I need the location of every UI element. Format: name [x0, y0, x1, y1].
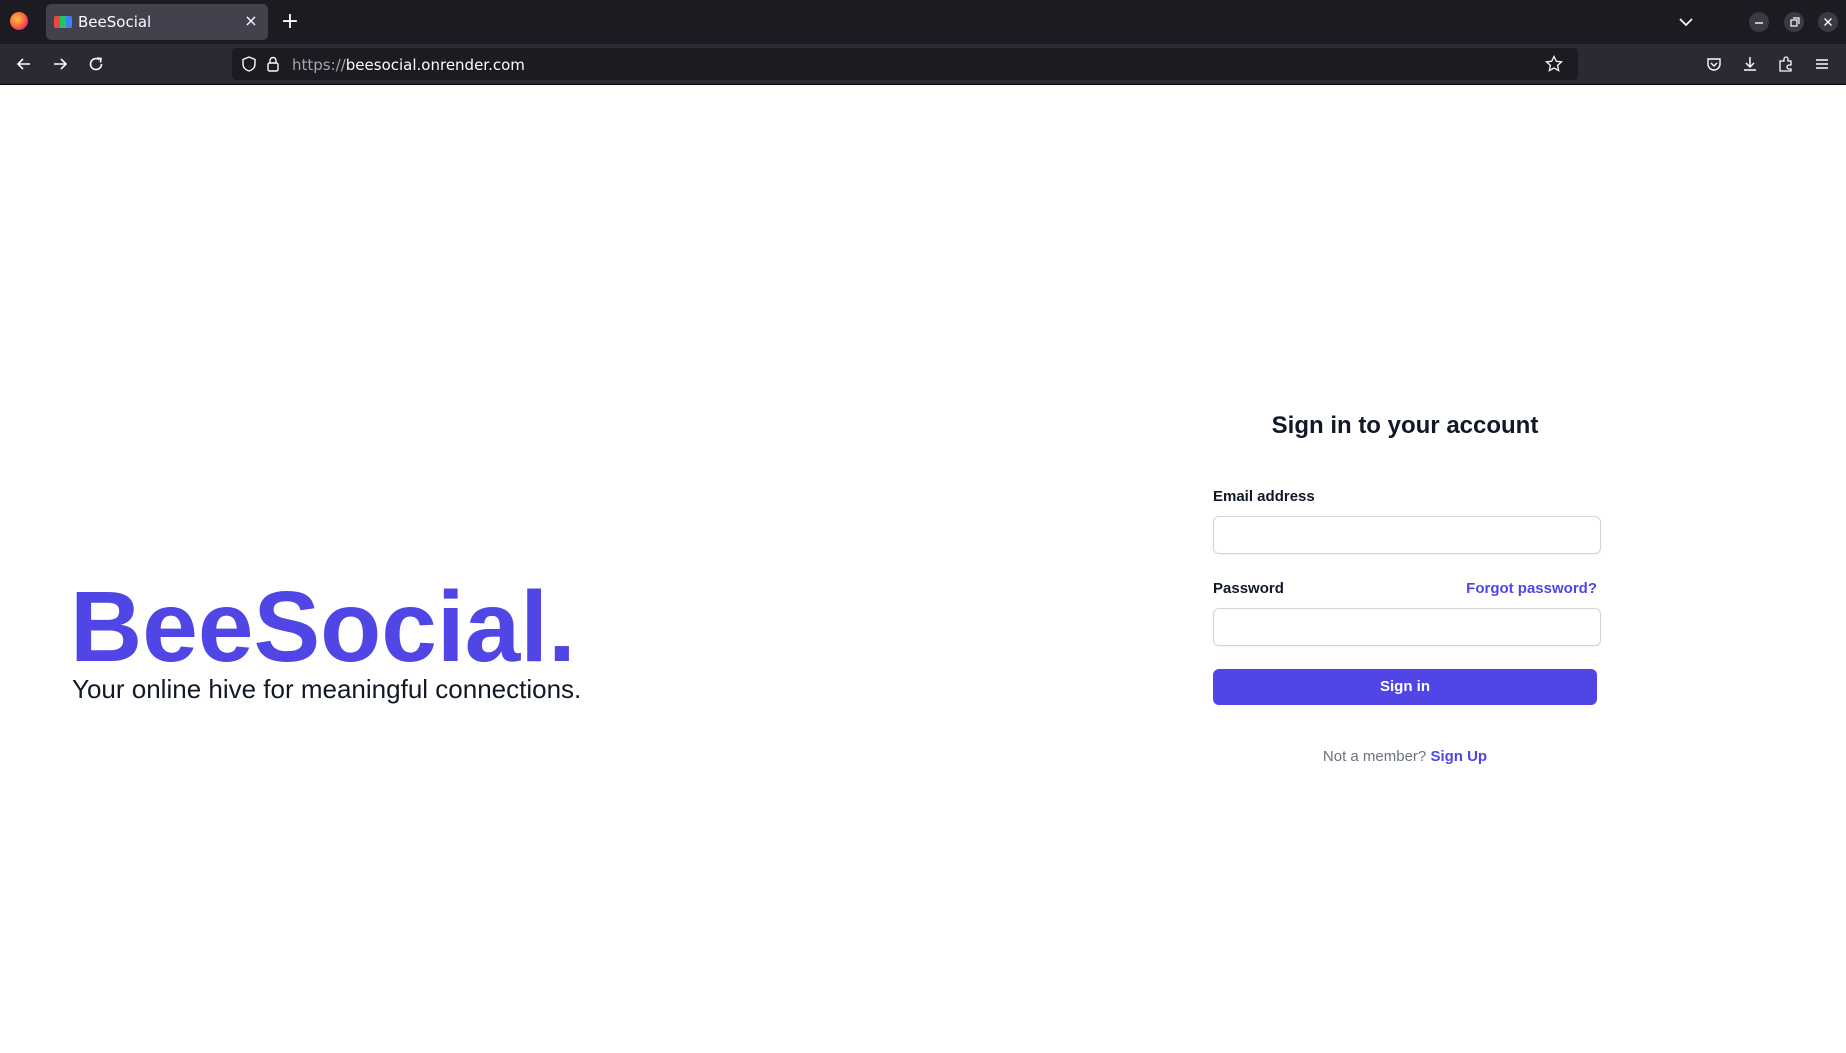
browser-tab-bar: BeeSocial × +	[0, 0, 1846, 44]
url-protocol: https://	[292, 56, 346, 74]
browser-tab[interactable]: BeeSocial ×	[46, 4, 268, 40]
signin-button[interactable]: Sign in	[1213, 669, 1597, 705]
hamburger-menu-icon	[1816, 59, 1828, 69]
tracking-protection-shield-icon[interactable]	[240, 55, 258, 73]
firefox-logo-icon[interactable]	[10, 12, 28, 30]
lock-icon[interactable]	[264, 55, 282, 73]
email-label: Email address	[1213, 488, 1315, 505]
tab-favicon-icon	[54, 16, 72, 28]
download-icon	[1744, 57, 1756, 71]
email-field[interactable]	[1213, 516, 1601, 554]
pocket-icon	[1707, 58, 1721, 71]
address-bar[interactable]: https://beesocial.onrender.com	[232, 48, 1578, 80]
new-tab-button[interactable]: +	[280, 10, 300, 34]
signup-prompt: Not a member? Sign Up	[1213, 748, 1597, 765]
password-label: Password	[1213, 580, 1284, 597]
reload-icon	[89, 57, 103, 71]
signin-heading: Sign in to your account	[1271, 412, 1539, 439]
puzzle-piece-icon	[1779, 56, 1792, 72]
arrow-right-icon	[54, 58, 68, 70]
tab-title: BeeSocial	[78, 13, 152, 31]
forgot-password-link[interactable]: Forgot password?	[1466, 580, 1597, 597]
app-menu-button[interactable]	[1812, 54, 1832, 74]
tab-close-button[interactable]: ×	[242, 12, 260, 30]
restore-window-button[interactable]	[1784, 12, 1804, 32]
downloads-button[interactable]	[1740, 54, 1760, 74]
url-host: beesocial.onrender.com	[345, 56, 525, 74]
minimize-icon	[1755, 22, 1763, 24]
brand-logo-text: BeeSocial.	[70, 571, 576, 683]
signup-link[interactable]: Sign Up	[1430, 748, 1487, 765]
chevron-down-icon	[1679, 18, 1693, 27]
close-icon	[1824, 18, 1832, 26]
password-field[interactable]	[1213, 608, 1601, 646]
pocket-button[interactable]	[1704, 54, 1724, 74]
extensions-button[interactable]	[1776, 54, 1796, 74]
restore-icon	[1790, 17, 1800, 27]
brand-tagline: Your online hive for meaningful connecti…	[72, 674, 582, 704]
forward-button[interactable]	[50, 54, 70, 74]
browser-nav-bar: https://beesocial.onrender.com	[0, 44, 1846, 85]
reload-button[interactable]	[86, 54, 106, 74]
not-member-text: Not a member?	[1322, 748, 1427, 765]
close-window-button[interactable]	[1818, 12, 1838, 32]
back-button[interactable]	[14, 54, 34, 74]
minimize-window-button[interactable]	[1749, 12, 1769, 32]
bookmark-star-icon[interactable]	[1544, 54, 1564, 74]
url-text: https://beesocial.onrender.com	[292, 56, 525, 74]
list-all-tabs-button[interactable]	[1676, 12, 1696, 32]
arrow-left-icon	[16, 58, 30, 70]
